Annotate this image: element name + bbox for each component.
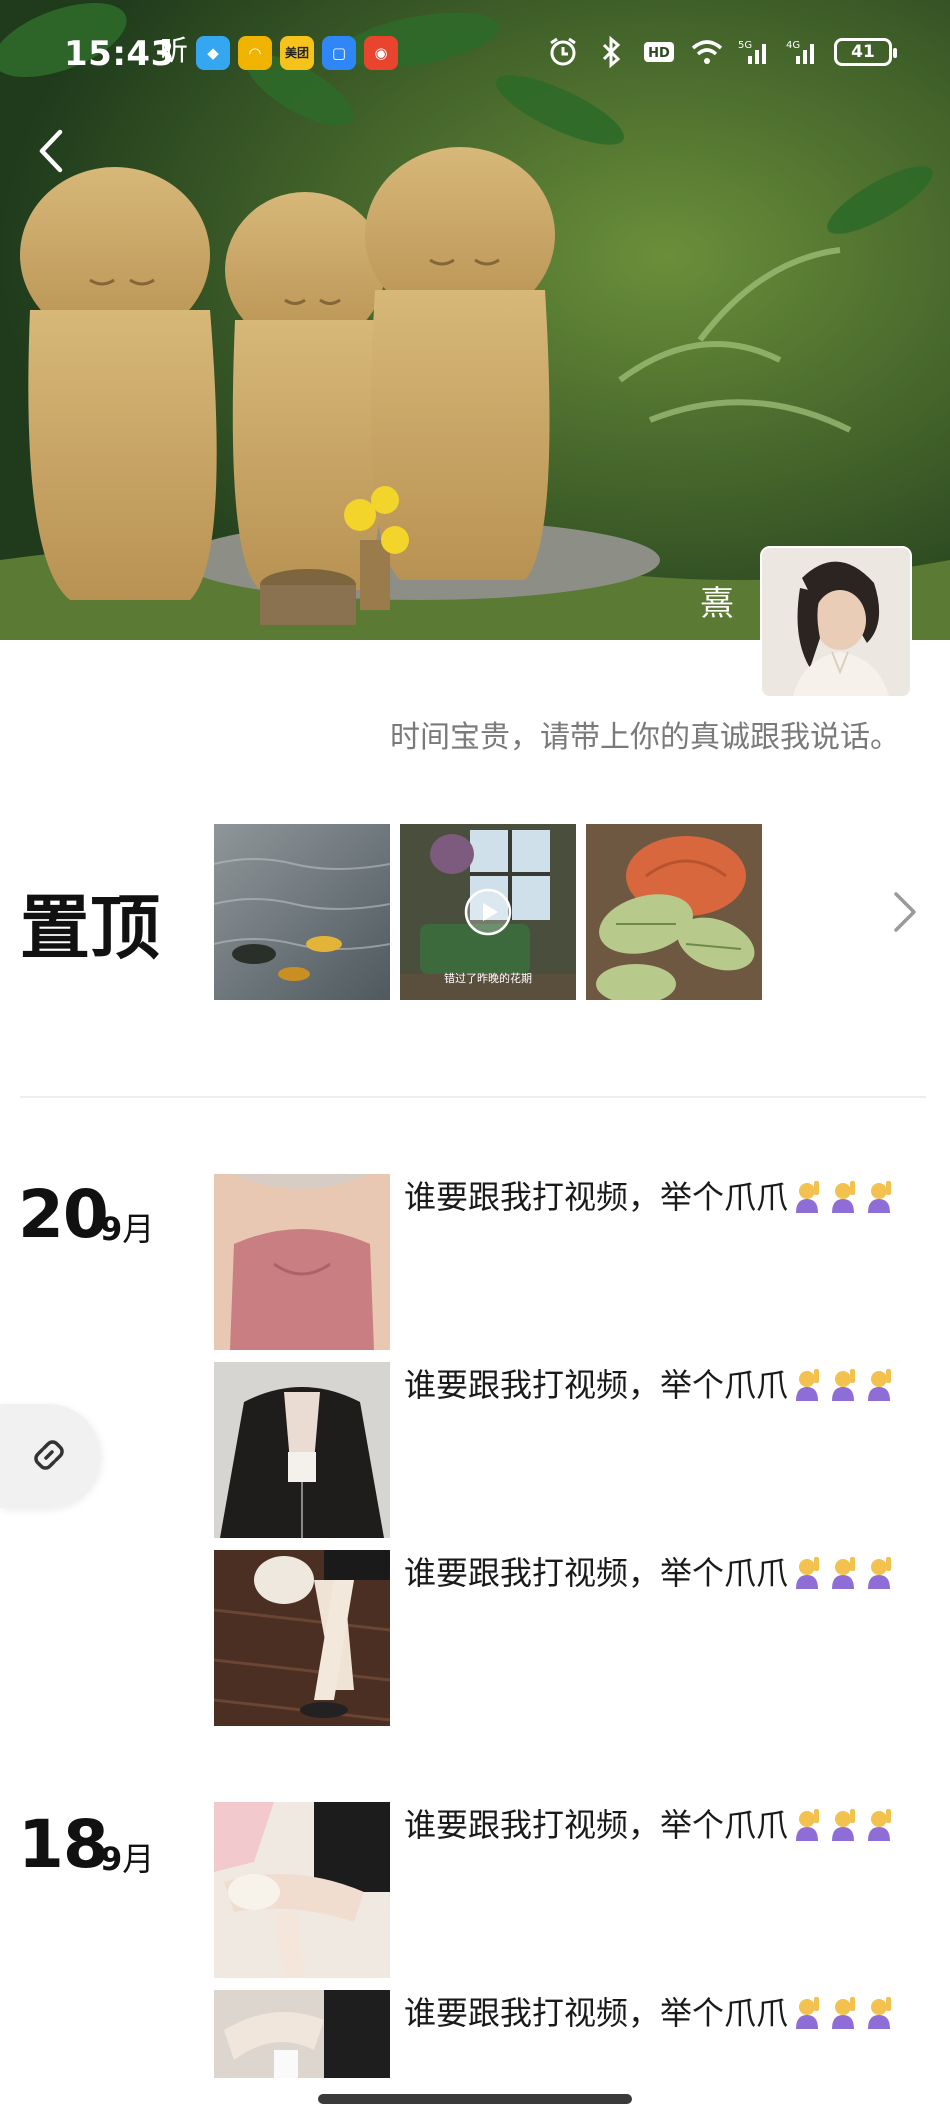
raising-hand-emoji-icon [796,1369,820,1401]
post-thumbnail[interactable] [214,1362,390,1538]
post-photo-legs-heels [214,1550,390,1726]
signal-5g-icon: 5G [738,40,766,64]
cover-image[interactable]: 15:43 听 ◆ ◠ 美团 ▢ ◉ HD 5G 4G 41 熹 [0,0,950,640]
status-bar: 15:43 听 ◆ ◠ 美团 ▢ ◉ HD 5G 4G 41 [0,0,950,110]
post-text[interactable]: 谁要跟我打视频，举个爪爪 [404,1990,904,2036]
profile-name: 熹 [700,584,734,624]
app-yellow-icon: ◠ [238,36,273,70]
post-thumbnail[interactable] [214,1990,390,2078]
post-photo-black-jacket [214,1362,390,1538]
wifi-icon [691,40,723,64]
listen-icon: 听 [160,34,189,67]
pinned-item-room-video[interactable]: 错过了昨晚的花期 [400,824,576,1000]
raising-hand-emoji-icon [832,1997,856,2029]
post-text[interactable]: 谁要跟我打视频，举个爪爪 [404,1802,904,1848]
raising-hand-emoji-icon [868,1181,892,1213]
raising-hand-emoji-icon [796,1557,820,1589]
pumpkin-photo-illustration [586,824,762,1000]
raising-hand-emoji-icon [796,1809,820,1841]
svg-text:4G: 4G [786,40,800,51]
alarm-icon [550,37,576,66]
post-photo-sitting-legs [214,1802,390,1978]
post-thumbnail[interactable] [214,1802,390,1978]
raising-hand-emoji-icon [832,1557,856,1589]
status-indicators: HD 5G 4G 41 [546,36,897,68]
hd-icon: HD [644,42,674,62]
link-icon [34,1440,64,1470]
post-text-content: 谁要跟我打视频，举个爪爪 [404,1994,789,2032]
signal-4g-icon: 4G [786,40,814,64]
month-unit: 月 [122,1210,155,1248]
home-indicator[interactable] [318,2094,632,2104]
post-text-content: 谁要跟我打视频，举个爪爪 [404,1366,789,1404]
raising-hand-emoji-icon [796,1181,820,1213]
raising-hand-emoji-icon [868,1997,892,2029]
post-photo-pink-top [214,1174,390,1350]
avatar[interactable] [760,546,912,698]
svg-text:5G: 5G [738,40,752,51]
feed-date-day: 18 [18,1806,109,1883]
raising-hand-emoji-icon [796,1997,820,2029]
raising-hand-emoji-icon [832,1809,856,1841]
section-divider [20,1096,926,1098]
pinned-item-pumpkin-photo[interactable] [586,824,762,1000]
post-text[interactable]: 谁要跟我打视频，举个爪爪 [404,1362,904,1408]
raising-hand-emoji-icon [868,1809,892,1841]
weibo-icon: ◉ [364,36,399,70]
video-caption: 错过了昨晚的花期 [444,972,532,985]
post-photo-legs-partial [214,1990,390,2078]
feed-date-month: 9月 [100,1834,154,1880]
post-thumbnail[interactable] [214,1174,390,1350]
pinned-title: 置顶 [20,887,160,969]
month-unit: 月 [122,1840,155,1878]
back-arrow-icon[interactable] [26,120,78,182]
fish-photo-illustration [214,824,390,1000]
svg-text:HD: HD [648,46,670,61]
status-time: 15:43 [64,34,175,74]
post-text[interactable]: 谁要跟我打视频，举个爪爪 [404,1174,904,1220]
pinned-item-fish-photo[interactable] [214,824,390,1000]
app-blue-icon: ▢ [322,36,357,70]
feed-date-day: 20 [18,1176,109,1253]
bluetooth-icon [602,36,621,68]
play-icon[interactable] [464,888,512,936]
avatar-portrait-illustration [762,548,910,696]
share-link-button[interactable] [0,1404,100,1508]
status-app-icons: 听 ◆ ◠ 美团 ▢ ◉ [160,34,399,70]
raising-hand-emoji-icon [868,1369,892,1401]
post-text-content: 谁要跟我打视频，举个爪爪 [404,1554,789,1592]
post-text[interactable]: 谁要跟我打视频，举个爪爪 [404,1550,904,1596]
post-text-content: 谁要跟我打视频，举个爪爪 [404,1178,789,1216]
post-thumbnail[interactable] [214,1550,390,1726]
qq-icon: ◆ [196,36,231,70]
month-number: 9 [100,1210,123,1248]
profile-signature: 时间宝贵，请带上你的真诚跟我说话。 [390,720,900,755]
pinned-more-chevron-icon[interactable] [886,886,922,938]
month-number: 9 [100,1840,123,1878]
raising-hand-emoji-icon [832,1369,856,1401]
feed-date-month: 9月 [100,1204,154,1250]
raising-hand-emoji-icon [832,1181,856,1213]
meituan-icon: 美团 [280,36,315,70]
raising-hand-emoji-icon [868,1557,892,1589]
post-text-content: 谁要跟我打视频，举个爪爪 [404,1806,789,1844]
battery-icon: 41 [834,38,897,66]
